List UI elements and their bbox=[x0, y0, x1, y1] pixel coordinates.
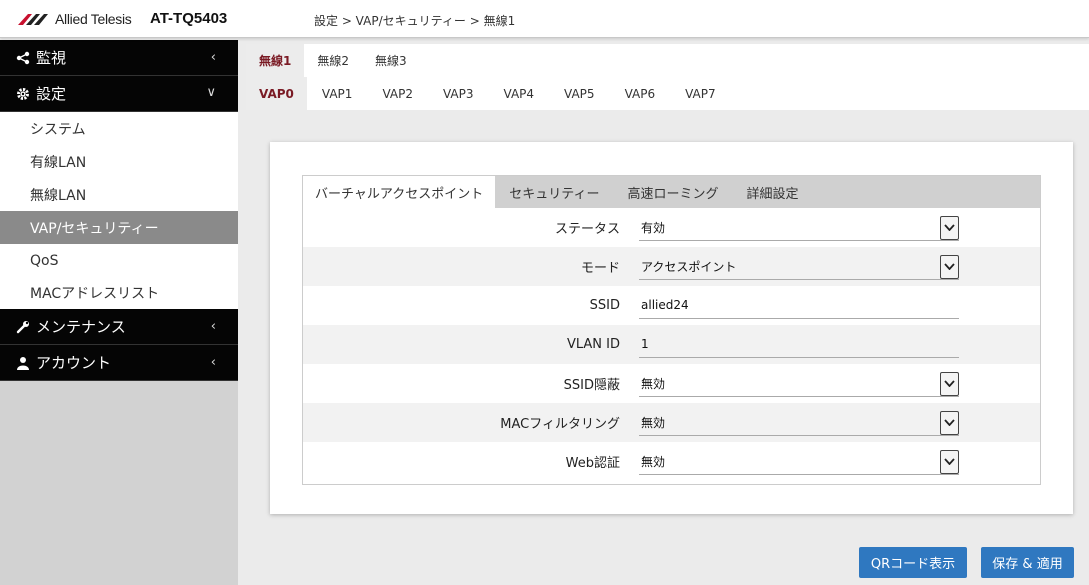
device-model: AT-TQ5403 bbox=[150, 10, 228, 27]
main-content: 無線1 無線2 無線3 VAP0 VAP1 VAP2 VAP3 VAP4 VAP… bbox=[238, 40, 1089, 585]
chevron-down-icon bbox=[940, 449, 959, 474]
allied-telesis-logo-icon bbox=[18, 14, 48, 25]
chevron-down-icon bbox=[940, 410, 959, 435]
form-row-mode: モード アクセスポイント bbox=[303, 247, 1040, 286]
chevron-left-icon: ‹ bbox=[210, 319, 216, 334]
form-row-web-auth: Web認証 無効 bbox=[303, 442, 1040, 481]
logo: Allied Telesis bbox=[18, 11, 132, 27]
tab-advanced-settings[interactable]: 詳細設定 bbox=[732, 176, 812, 208]
chevron-down-icon bbox=[940, 254, 959, 279]
tab-fast-roaming[interactable]: 高速ローミング bbox=[613, 176, 732, 208]
sidebar-item-vap-security[interactable]: VAP/セキュリティー bbox=[0, 211, 238, 244]
sidebar-item-qos[interactable]: QoS bbox=[0, 244, 238, 277]
status-label: ステータス bbox=[554, 222, 620, 237]
mac-filter-select[interactable]: 無効 bbox=[639, 410, 959, 436]
ssid-input[interactable]: allied24 bbox=[639, 293, 959, 319]
gear-icon bbox=[16, 87, 30, 101]
chevron-down-icon: ∨ bbox=[206, 85, 216, 100]
nav-group-label: 監視 bbox=[36, 49, 67, 67]
settings-panel: バーチャルアクセスポイント セキュリティー 高速ローミング 詳細設定 ステータス… bbox=[270, 142, 1073, 514]
vlan-id-label: VLAN ID bbox=[566, 337, 620, 352]
sidebar-item-wireless-lan[interactable]: 無線LAN bbox=[0, 178, 238, 211]
chevron-left-icon: ‹ bbox=[210, 355, 216, 370]
vlan-id-input[interactable]: 1 bbox=[639, 332, 959, 358]
tab-vap1[interactable]: VAP1 bbox=[307, 77, 368, 110]
logo-text: Allied Telesis bbox=[55, 11, 132, 27]
vap-settings-box: バーチャルアクセスポイント セキュリティー 高速ローミング 詳細設定 ステータス… bbox=[302, 175, 1041, 485]
tab-virtual-access-point[interactable]: バーチャルアクセスポイント bbox=[303, 176, 496, 208]
nav-group-maintenance[interactable]: メンテナンス ‹ bbox=[0, 309, 238, 345]
tab-security[interactable]: セキュリティー bbox=[495, 176, 613, 208]
radio-tab-bar: 無線1 無線2 無線3 VAP0 VAP1 VAP2 VAP3 VAP4 VAP… bbox=[246, 44, 1089, 110]
mode-select-value: アクセスポイント bbox=[641, 259, 737, 274]
breadcrumb: 設定 > VAP/セキュリティー > 無線1 bbox=[314, 14, 516, 28]
chevron-down-icon bbox=[940, 215, 959, 240]
sidebar-item-system[interactable]: システム bbox=[0, 112, 238, 145]
wrench-icon bbox=[16, 320, 30, 334]
mac-filter-label: MACフィルタリング bbox=[500, 417, 620, 432]
web-auth-select[interactable]: 無効 bbox=[639, 449, 959, 475]
nav-group-settings[interactable]: 設定 ∨ bbox=[0, 76, 238, 112]
form-row-vlan: VLAN ID 1 bbox=[303, 325, 1040, 364]
status-select-value: 有効 bbox=[641, 220, 666, 235]
chevron-down-icon bbox=[940, 371, 959, 396]
ssid-input-value: allied24 bbox=[641, 298, 689, 312]
tab-radio2[interactable]: 無線2 bbox=[304, 44, 362, 77]
tab-vap5[interactable]: VAP5 bbox=[549, 77, 610, 110]
status-select[interactable]: 有効 bbox=[639, 215, 959, 241]
sidebar: 監視 ‹ 設定 ∨ システム 有線LAN 無線LAN VAP/セキュリティー Q… bbox=[0, 40, 238, 585]
web-auth-label: Web認証 bbox=[565, 456, 620, 471]
tab-radio3[interactable]: 無線3 bbox=[362, 44, 420, 77]
tab-vap4[interactable]: VAP4 bbox=[489, 77, 550, 110]
tab-vap7[interactable]: VAP7 bbox=[670, 77, 731, 110]
mode-label: モード bbox=[580, 261, 620, 276]
tab-vap3[interactable]: VAP3 bbox=[428, 77, 489, 110]
nav-group-account[interactable]: アカウント ‹ bbox=[0, 345, 238, 381]
user-icon bbox=[16, 356, 30, 370]
settings-submenu: システム 有線LAN 無線LAN VAP/セキュリティー QoS MACアドレス… bbox=[0, 112, 238, 309]
save-apply-button[interactable]: 保存 & 適用 bbox=[981, 547, 1074, 578]
ssid-hide-select[interactable]: 無効 bbox=[639, 371, 959, 397]
sidebar-item-wired-lan[interactable]: 有線LAN bbox=[0, 145, 238, 178]
nav-group-label: 設定 bbox=[36, 85, 67, 103]
mode-select[interactable]: アクセスポイント bbox=[639, 254, 959, 280]
vlan-id-input-value: 1 bbox=[641, 337, 649, 351]
form-row-ssid: SSID allied24 bbox=[303, 286, 1040, 325]
mac-filter-select-value: 無効 bbox=[641, 415, 666, 430]
web-auth-select-value: 無効 bbox=[641, 454, 666, 469]
subtab-bar: バーチャルアクセスポイント セキュリティー 高速ローミング 詳細設定 bbox=[303, 176, 1040, 208]
top-header: Allied Telesis AT-TQ5403 設定 > VAP/セキュリティ… bbox=[0, 0, 1089, 38]
share-icon bbox=[16, 51, 30, 65]
form-row-mac-filter: MACフィルタリング 無効 bbox=[303, 403, 1040, 442]
radio-tabs: 無線1 無線2 無線3 bbox=[246, 44, 1089, 77]
qr-code-button[interactable]: QRコード表示 bbox=[859, 547, 967, 578]
tab-vap0[interactable]: VAP0 bbox=[246, 77, 307, 110]
chevron-left-icon: ‹ bbox=[210, 50, 216, 65]
form-row-status: ステータス 有効 bbox=[303, 208, 1040, 247]
tab-vap2[interactable]: VAP2 bbox=[367, 77, 428, 110]
vap-tabs: VAP0 VAP1 VAP2 VAP3 VAP4 VAP5 VAP6 VAP7 bbox=[246, 77, 1089, 110]
ssid-hide-select-value: 無効 bbox=[641, 376, 666, 391]
sidebar-item-mac-address-list[interactable]: MACアドレスリスト bbox=[0, 277, 238, 309]
nav-group-label: メンテナンス bbox=[36, 318, 126, 336]
nav-group-monitor[interactable]: 監視 ‹ bbox=[0, 40, 238, 76]
ssid-hide-label: SSID隠蔽 bbox=[563, 378, 620, 393]
tab-radio1[interactable]: 無線1 bbox=[246, 44, 305, 77]
ssid-label: SSID bbox=[589, 298, 620, 313]
form-row-ssid-hide: SSID隠蔽 無効 bbox=[303, 364, 1040, 403]
nav-group-label: アカウント bbox=[36, 354, 112, 372]
tab-vap6[interactable]: VAP6 bbox=[610, 77, 671, 110]
